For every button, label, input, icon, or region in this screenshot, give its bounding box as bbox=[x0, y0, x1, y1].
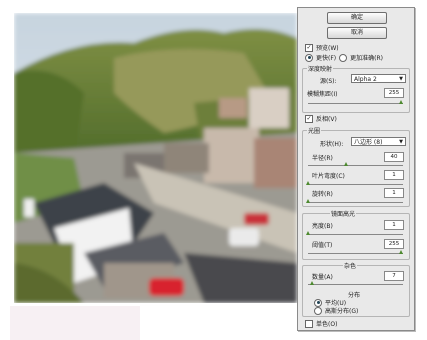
faster-radio[interactable] bbox=[305, 53, 313, 62]
blur-focus-slider-thumb[interactable] bbox=[398, 100, 403, 104]
shape-select[interactable]: 八边形 (8) ▼ bbox=[351, 137, 406, 146]
radius-label: 半径(R) bbox=[312, 155, 333, 162]
threshold-slider[interactable] bbox=[308, 250, 403, 254]
preview-label: 预览(W) bbox=[316, 45, 339, 52]
background-block bbox=[10, 306, 140, 340]
ok-button[interactable]: 确定 bbox=[327, 12, 387, 24]
curvature-label: 叶片弯度(C) bbox=[312, 173, 345, 180]
shape-select-value: 八边形 (8) bbox=[354, 139, 383, 146]
faster-label: 更快(F) bbox=[316, 55, 337, 62]
preview-quality-options: 更快(F) 更加准确(R) bbox=[305, 53, 383, 62]
amount-label: 数量(A) bbox=[312, 274, 333, 281]
brightness-label: 亮度(B) bbox=[312, 223, 333, 230]
threshold-label: 阈值(T) bbox=[312, 242, 333, 249]
iris-title: 光圈 bbox=[307, 126, 322, 135]
noise-title: 杂色 bbox=[343, 261, 358, 270]
curvature-slider[interactable] bbox=[306, 181, 403, 185]
depth-map-title: 深度映射 bbox=[307, 64, 334, 73]
curvature-slider-thumb[interactable] bbox=[306, 181, 311, 185]
brightness-slider[interactable] bbox=[306, 231, 403, 235]
gaussian-option[interactable]: 高斯分布(G) bbox=[314, 306, 358, 315]
radius-slider[interactable] bbox=[308, 162, 403, 166]
rotation-label: 旋转(R) bbox=[312, 191, 333, 198]
rotation-input[interactable]: 1 bbox=[384, 188, 404, 198]
curvature-input[interactable]: 1 bbox=[384, 170, 404, 180]
invert-label: 反相(V) bbox=[316, 116, 337, 123]
brightness-input[interactable]: 1 bbox=[384, 220, 404, 230]
distribution-title: 分布 bbox=[348, 292, 361, 299]
monochromatic-label: 单色(O) bbox=[316, 321, 338, 328]
radius-input[interactable]: 40 bbox=[384, 152, 404, 162]
amount-slider[interactable] bbox=[308, 281, 403, 285]
threshold-input[interactable]: 255 bbox=[384, 239, 404, 249]
specular-title: 镜面高光 bbox=[330, 209, 357, 218]
blur-focus-input[interactable]: 255 bbox=[384, 88, 404, 98]
more-accurate-radio[interactable] bbox=[339, 53, 348, 62]
more-accurate-label: 更加准确(R) bbox=[350, 55, 383, 62]
threshold-slider-thumb[interactable] bbox=[398, 250, 403, 254]
chevron-down-icon: ▼ bbox=[399, 139, 403, 145]
brightness-slider-thumb[interactable] bbox=[306, 231, 311, 235]
amount-slider-thumb[interactable] bbox=[310, 281, 315, 285]
lens-blur-panel: 确定 取消 ✓ 预览(W) 更快(F) 更加准确(R) 深度映射 源(S): A… bbox=[297, 7, 415, 331]
rotation-slider-thumb[interactable] bbox=[306, 199, 311, 203]
amount-input[interactable]: 7 bbox=[384, 271, 404, 281]
monochromatic-option[interactable]: 单色(O) bbox=[305, 319, 337, 328]
invert-checkbox[interactable]: ✓ bbox=[305, 114, 313, 123]
radius-slider-thumb[interactable] bbox=[343, 162, 348, 166]
cancel-button[interactable]: 取消 bbox=[327, 27, 387, 39]
chevron-down-icon: ▼ bbox=[399, 76, 403, 82]
blur-focus-label: 模糊焦距(I) bbox=[307, 91, 338, 98]
preview-option[interactable]: ✓ 预览(W) bbox=[305, 43, 339, 52]
preview-checkbox[interactable]: ✓ bbox=[305, 43, 313, 52]
gaussian-label: 高斯分布(G) bbox=[325, 308, 359, 315]
source-select-value: Alpha 2 bbox=[354, 76, 377, 83]
gaussian-radio[interactable] bbox=[314, 306, 322, 315]
monochromatic-checkbox[interactable] bbox=[305, 319, 313, 328]
blur-preview-photo bbox=[14, 13, 297, 303]
source-label: 源(S): bbox=[320, 78, 337, 85]
invert-option[interactable]: ✓ 反相(V) bbox=[305, 114, 337, 123]
blur-focus-slider[interactable] bbox=[308, 100, 403, 104]
source-select[interactable]: Alpha 2 ▼ bbox=[351, 74, 406, 83]
rotation-slider[interactable] bbox=[306, 199, 403, 203]
shape-label: 形状(H): bbox=[320, 141, 344, 148]
